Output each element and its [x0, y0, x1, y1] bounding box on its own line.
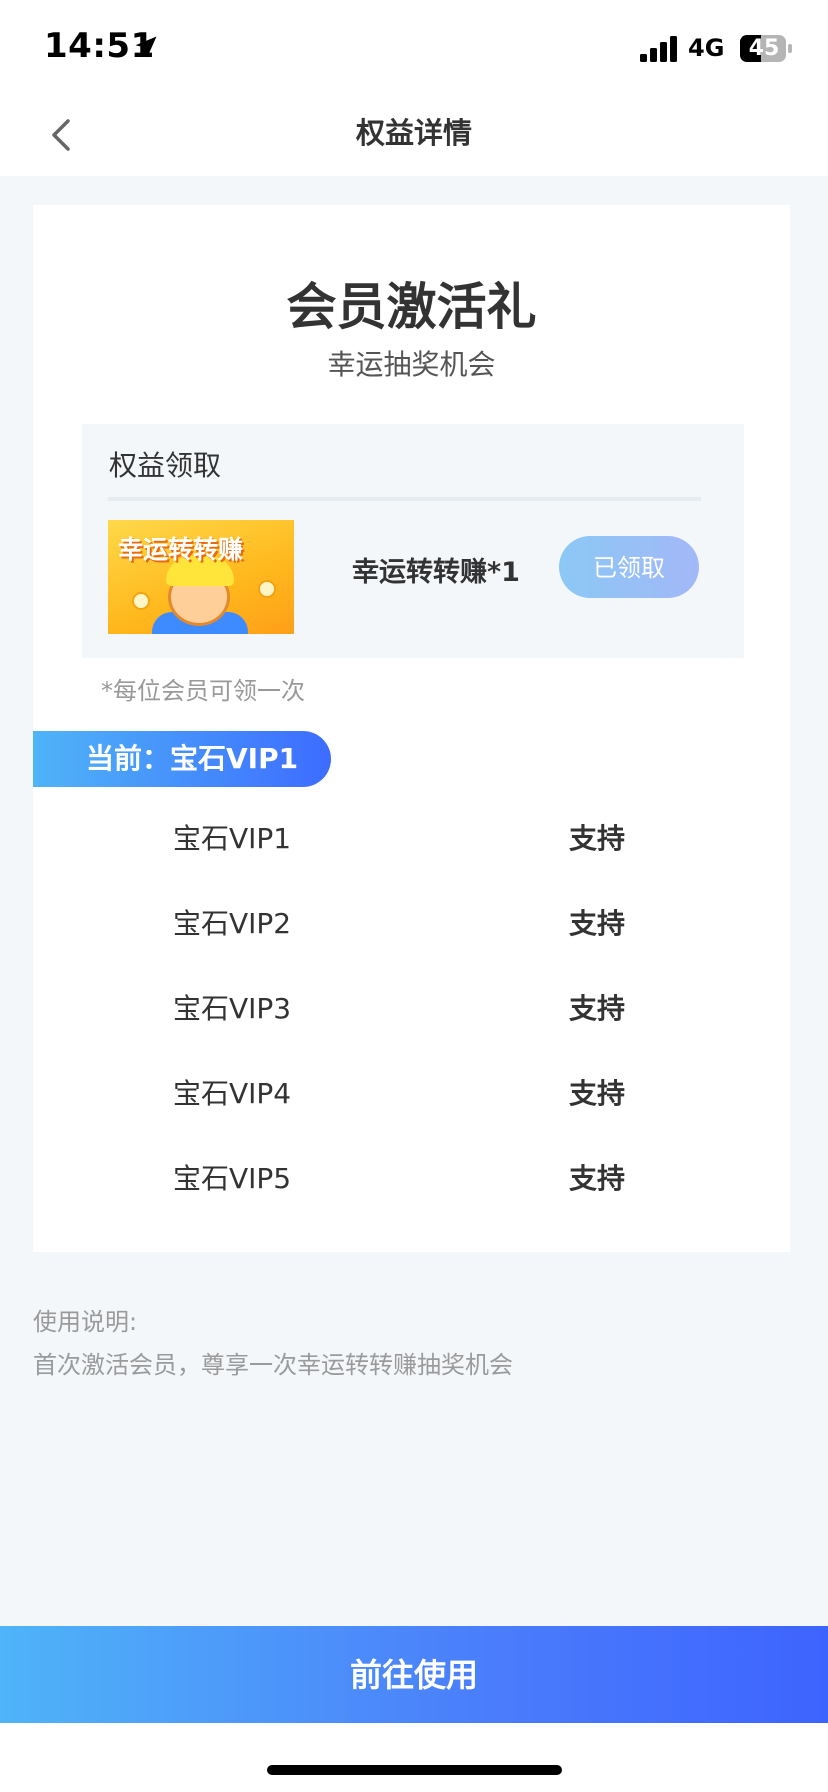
reward-image: 幸运转转赚 [108, 520, 294, 634]
coin-icon [132, 592, 150, 610]
tier-name: 宝石VIP1 [173, 822, 292, 855]
benefit-card: 会员激活礼 幸运抽奖机会 权益领取 幸运转转赚 幸运转转赚*1 已领取 *每位会… [33, 205, 790, 1252]
signal-icon [640, 36, 677, 62]
claim-section-label: 权益领取 [109, 449, 222, 482]
tier-status: 支持 [569, 1162, 626, 1195]
tier-name: 宝石VIP3 [173, 992, 292, 1025]
claimed-button[interactable]: 已领取 [559, 536, 699, 598]
tier-status: 支持 [569, 907, 626, 940]
divider [108, 497, 701, 501]
table-row: 宝石VIP2 支持 [33, 880, 790, 965]
status-bar: 14:51 4G 45 [0, 0, 828, 100]
benefit-subtitle: 幸运抽奖机会 [327, 348, 496, 381]
current-tier-badge: 当前：宝石VIP1 [33, 731, 331, 787]
network-type: 4G [688, 34, 725, 62]
benefit-title: 会员激活礼 [286, 278, 537, 336]
tier-status: 支持 [569, 822, 626, 855]
table-row: 宝石VIP4 支持 [33, 1050, 790, 1135]
home-indicator-area [0, 1723, 828, 1792]
usage-title: 使用说明: [33, 1308, 138, 1336]
table-row: 宝石VIP1 支持 [33, 795, 790, 880]
page: 14:51 4G 45 权益详情 会员激活礼 幸运抽奖机会 权益领取 幸运转转赚… [0, 0, 828, 1792]
tier-name: 宝石VIP5 [173, 1162, 292, 1195]
nav-bar: 权益详情 [0, 100, 828, 176]
table-row: 宝石VIP5 支持 [33, 1135, 790, 1220]
tier-name: 宝石VIP2 [173, 907, 292, 940]
battery-level: 45 [748, 36, 780, 61]
table-row: 宝石VIP3 支持 [33, 965, 790, 1050]
tier-status: 支持 [569, 1077, 626, 1110]
claim-section: 权益领取 幸运转转赚 幸运转转赚*1 已领取 [82, 424, 744, 658]
reward-name: 幸运转转赚*1 [352, 557, 520, 588]
location-arrow-icon [135, 36, 157, 58]
coin-icon [258, 580, 276, 598]
tier-list: 宝石VIP1 支持 宝石VIP2 支持 宝石VIP3 支持 宝石VIP4 支持 … [33, 795, 790, 1220]
usage-text: 首次激活会员，尊享一次幸运转转赚抽奖机会 [33, 1351, 513, 1379]
tier-status: 支持 [569, 992, 626, 1025]
reward-image-text: 幸运转转赚 [118, 535, 244, 564]
tier-name: 宝石VIP4 [173, 1077, 292, 1110]
home-indicator[interactable] [267, 1765, 562, 1775]
claim-note: *每位会员可领一次 [101, 677, 305, 705]
go-use-button[interactable]: 前往使用 [0, 1626, 828, 1723]
page-title: 权益详情 [355, 116, 472, 150]
